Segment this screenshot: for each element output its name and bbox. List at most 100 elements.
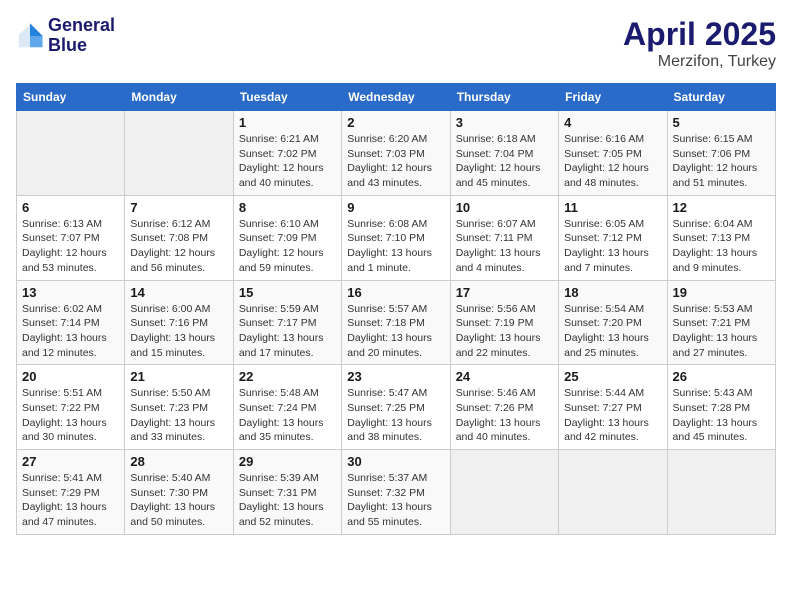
calendar-cell: 10 Sunrise: 6:07 AM Sunset: 7:11 PM Dayli…	[450, 195, 558, 280]
day-number: 27	[22, 454, 119, 469]
day-number: 15	[239, 285, 336, 300]
day-info: Sunrise: 6:02 AM Sunset: 7:14 PM Dayligh…	[22, 302, 119, 361]
day-number: 23	[347, 369, 444, 384]
day-info: Sunrise: 6:04 AM Sunset: 7:13 PM Dayligh…	[673, 217, 770, 276]
day-number: 24	[456, 369, 553, 384]
day-number: 17	[456, 285, 553, 300]
calendar-cell: 19 Sunrise: 5:53 AM Sunset: 7:21 PM Dayli…	[667, 280, 775, 365]
calendar-cell: 11 Sunrise: 6:05 AM Sunset: 7:12 PM Dayli…	[559, 195, 667, 280]
day-info: Sunrise: 5:57 AM Sunset: 7:18 PM Dayligh…	[347, 302, 444, 361]
calendar-cell: 23Sunrise: 5:47 AM Sunset: 7:25 PM Dayli…	[342, 365, 450, 450]
page-header: General Blue April 2025 Merzifon, Turkey	[16, 16, 776, 71]
day-number: 4	[564, 115, 661, 130]
day-number: 29	[239, 454, 336, 469]
calendar-cell	[667, 450, 775, 535]
day-info: Sunrise: 6:07 AM Sunset: 7:11 PM Dayligh…	[456, 217, 553, 276]
calendar-cell	[17, 111, 125, 196]
calendar-cell: 30Sunrise: 5:37 AM Sunset: 7:32 PM Dayli…	[342, 450, 450, 535]
day-number: 30	[347, 454, 444, 469]
calendar-cell	[125, 111, 233, 196]
day-number: 19	[673, 285, 770, 300]
calendar-cell: 1 Sunrise: 6:21 AM Sunset: 7:02 PM Daylig…	[233, 111, 341, 196]
day-number: 7	[130, 200, 227, 215]
day-info: Sunrise: 5:43 AM Sunset: 7:28 PM Dayligh…	[673, 386, 770, 445]
day-info: Sunrise: 6:10 AM Sunset: 7:09 PM Dayligh…	[239, 217, 336, 276]
calendar-cell: 7Sunrise: 6:12 AM Sunset: 7:08 PM Daylig…	[125, 195, 233, 280]
calendar-cell: 12 Sunrise: 6:04 AM Sunset: 7:13 PM Dayli…	[667, 195, 775, 280]
calendar-cell: 20 Sunrise: 5:51 AM Sunset: 7:22 PM Dayli…	[17, 365, 125, 450]
day-info: Sunrise: 6:20 AM Sunset: 7:03 PM Dayligh…	[347, 132, 444, 191]
day-number: 28	[130, 454, 227, 469]
col-header-sunday: Sunday	[17, 84, 125, 111]
calendar-cell: 25 Sunrise: 5:44 AM Sunset: 7:27 PM Dayli…	[559, 365, 667, 450]
header-row: SundayMondayTuesdayWednesdayThursdayFrid…	[17, 84, 776, 111]
day-info: Sunrise: 5:53 AM Sunset: 7:21 PM Dayligh…	[673, 302, 770, 361]
logo: General Blue	[16, 16, 115, 56]
day-info: Sunrise: 5:41 AM Sunset: 7:29 PM Dayligh…	[22, 471, 119, 530]
day-info: Sunrise: 5:46 AM Sunset: 7:26 PM Dayligh…	[456, 386, 553, 445]
col-header-wednesday: Wednesday	[342, 84, 450, 111]
col-header-tuesday: Tuesday	[233, 84, 341, 111]
day-info: Sunrise: 5:54 AM Sunset: 7:20 PM Dayligh…	[564, 302, 661, 361]
day-number: 14	[130, 285, 227, 300]
col-header-saturday: Saturday	[667, 84, 775, 111]
day-number: 1	[239, 115, 336, 130]
calendar-cell: 2 Sunrise: 6:20 AM Sunset: 7:03 PM Daylig…	[342, 111, 450, 196]
calendar-cell: 14 Sunrise: 6:00 AM Sunset: 7:16 PM Dayli…	[125, 280, 233, 365]
day-info: Sunrise: 5:48 AM Sunset: 7:24 PM Dayligh…	[239, 386, 336, 445]
calendar-week-5: 27 Sunrise: 5:41 AM Sunset: 7:29 PM Dayli…	[17, 450, 776, 535]
calendar-week-2: 6 Sunrise: 6:13 AM Sunset: 7:07 PM Daylig…	[17, 195, 776, 280]
logo-icon	[16, 22, 44, 50]
day-info: Sunrise: 5:40 AM Sunset: 7:30 PM Dayligh…	[130, 471, 227, 530]
calendar-cell: 28 Sunrise: 5:40 AM Sunset: 7:30 PM Dayli…	[125, 450, 233, 535]
day-number: 5	[673, 115, 770, 130]
col-header-monday: Monday	[125, 84, 233, 111]
calendar-cell: 16Sunrise: 5:57 AM Sunset: 7:18 PM Dayli…	[342, 280, 450, 365]
col-header-thursday: Thursday	[450, 84, 558, 111]
calendar-cell: 27 Sunrise: 5:41 AM Sunset: 7:29 PM Dayli…	[17, 450, 125, 535]
day-info: Sunrise: 6:18 AM Sunset: 7:04 PM Dayligh…	[456, 132, 553, 191]
day-number: 22	[239, 369, 336, 384]
day-number: 9	[347, 200, 444, 215]
day-info: Sunrise: 5:51 AM Sunset: 7:22 PM Dayligh…	[22, 386, 119, 445]
day-info: Sunrise: 6:21 AM Sunset: 7:02 PM Dayligh…	[239, 132, 336, 191]
day-info: Sunrise: 6:13 AM Sunset: 7:07 PM Dayligh…	[22, 217, 119, 276]
calendar-cell: 22 Sunrise: 5:48 AM Sunset: 7:24 PM Dayli…	[233, 365, 341, 450]
day-number: 6	[22, 200, 119, 215]
calendar-cell: 29 Sunrise: 5:39 AM Sunset: 7:31 PM Dayli…	[233, 450, 341, 535]
day-number: 8	[239, 200, 336, 215]
logo-text: General Blue	[48, 16, 115, 56]
calendar-cell: 24 Sunrise: 5:46 AM Sunset: 7:26 PM Dayli…	[450, 365, 558, 450]
day-number: 25	[564, 369, 661, 384]
day-number: 11	[564, 200, 661, 215]
calendar-cell: 5 Sunrise: 6:15 AM Sunset: 7:06 PM Daylig…	[667, 111, 775, 196]
day-info: Sunrise: 5:44 AM Sunset: 7:27 PM Dayligh…	[564, 386, 661, 445]
day-info: Sunrise: 6:00 AM Sunset: 7:16 PM Dayligh…	[130, 302, 227, 361]
day-number: 26	[673, 369, 770, 384]
calendar-week-1: 1 Sunrise: 6:21 AM Sunset: 7:02 PM Daylig…	[17, 111, 776, 196]
calendar-cell: 17Sunrise: 5:56 AM Sunset: 7:19 PM Dayli…	[450, 280, 558, 365]
calendar-cell	[450, 450, 558, 535]
day-number: 21	[130, 369, 227, 384]
title-area: April 2025 Merzifon, Turkey	[623, 16, 776, 71]
calendar-cell: 21Sunrise: 5:50 AM Sunset: 7:23 PM Dayli…	[125, 365, 233, 450]
calendar-header: SundayMondayTuesdayWednesdayThursdayFrid…	[17, 84, 776, 111]
calendar-cell	[559, 450, 667, 535]
calendar-week-4: 20 Sunrise: 5:51 AM Sunset: 7:22 PM Dayli…	[17, 365, 776, 450]
day-number: 20	[22, 369, 119, 384]
day-info: Sunrise: 5:39 AM Sunset: 7:31 PM Dayligh…	[239, 471, 336, 530]
location: Merzifon, Turkey	[623, 53, 776, 71]
day-number: 2	[347, 115, 444, 130]
month-year: April 2025	[623, 16, 776, 53]
calendar-cell: 3Sunrise: 6:18 AM Sunset: 7:04 PM Daylig…	[450, 111, 558, 196]
calendar-cell: 13Sunrise: 6:02 AM Sunset: 7:14 PM Dayli…	[17, 280, 125, 365]
calendar-cell: 8 Sunrise: 6:10 AM Sunset: 7:09 PM Daylig…	[233, 195, 341, 280]
day-number: 10	[456, 200, 553, 215]
day-info: Sunrise: 6:05 AM Sunset: 7:12 PM Dayligh…	[564, 217, 661, 276]
calendar-cell: 4Sunrise: 6:16 AM Sunset: 7:05 PM Daylig…	[559, 111, 667, 196]
day-number: 12	[673, 200, 770, 215]
calendar-cell: 26 Sunrise: 5:43 AM Sunset: 7:28 PM Dayli…	[667, 365, 775, 450]
calendar-body: 1 Sunrise: 6:21 AM Sunset: 7:02 PM Daylig…	[17, 111, 776, 535]
day-info: Sunrise: 6:15 AM Sunset: 7:06 PM Dayligh…	[673, 132, 770, 191]
calendar-cell: 9Sunrise: 6:08 AM Sunset: 7:10 PM Daylig…	[342, 195, 450, 280]
